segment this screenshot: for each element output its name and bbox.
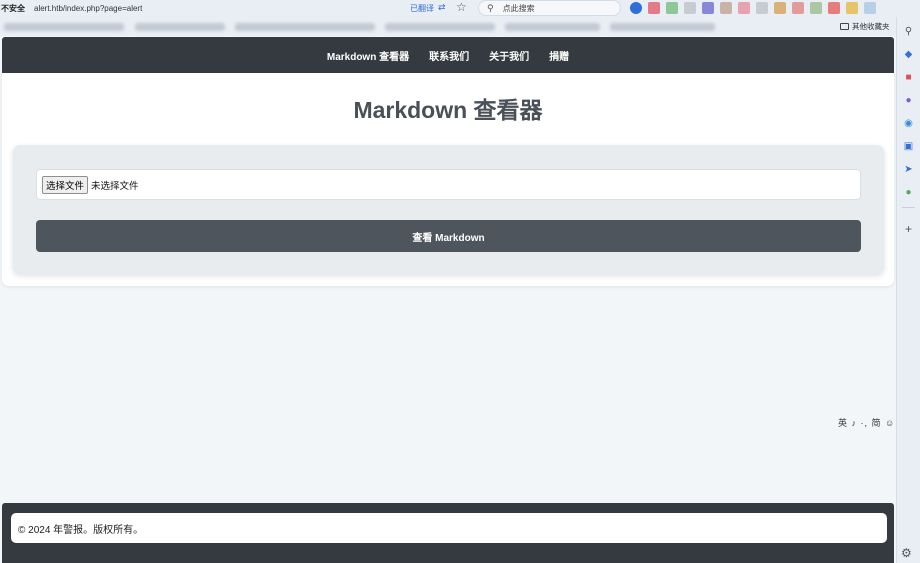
security-label[interactable]: 不安全	[1, 3, 25, 14]
extension-icon[interactable]	[738, 2, 750, 14]
nav-about-us[interactable]: 关于我们	[489, 48, 529, 63]
browser-sidebar: ⚲ ◆ ■ ● ◉ ▣ ➤ ● +	[896, 17, 920, 563]
tag-icon[interactable]: ◆	[903, 49, 914, 60]
page-title: Markdown 查看器	[353, 97, 543, 123]
extension-icon[interactable]	[864, 2, 876, 14]
extension-icon[interactable]	[630, 2, 642, 14]
game-icon[interactable]: ●	[903, 187, 914, 198]
other-bookmarks[interactable]: 其他收藏夹	[840, 21, 890, 32]
extension-icon[interactable]	[756, 2, 768, 14]
main-container: Markdown 查看器 选择文件 未选择文件 查看 Markdown	[2, 73, 894, 286]
extension-icon[interactable]	[720, 2, 732, 14]
folder-icon	[840, 23, 849, 30]
extension-icon[interactable]	[684, 2, 696, 14]
copilot-icon[interactable]: ◉	[903, 118, 914, 129]
extension-icon[interactable]	[810, 2, 822, 14]
extension-icon[interactable]	[774, 2, 786, 14]
outlook-icon[interactable]: ▣	[903, 141, 914, 152]
footer-copyright: © 2024 年警报。版权所有。	[11, 513, 887, 543]
search-icon: ⚲	[487, 2, 494, 13]
blurred-bookmark[interactable]	[135, 23, 225, 31]
nav-donate[interactable]: 捐赠	[549, 48, 569, 63]
page-viewport: Markdown 查看器 联系我们 关于我们 捐赠 Markdown 查看器 选…	[0, 36, 896, 563]
people-icon[interactable]: ●	[903, 95, 914, 106]
search-icon[interactable]: ⚲	[903, 26, 914, 37]
choose-file-button[interactable]: 选择文件	[42, 175, 89, 194]
settings-gear-icon[interactable]: ⚙	[901, 546, 912, 560]
nav-markdown-viewer[interactable]: Markdown 查看器	[327, 48, 409, 63]
view-markdown-button[interactable]: 查看 Markdown	[36, 220, 861, 252]
bookmarks-bar	[0, 17, 920, 36]
nav-contact-us[interactable]: 联系我们	[429, 48, 469, 63]
blurred-bookmark[interactable]	[235, 23, 375, 31]
extension-icon[interactable]	[666, 2, 678, 14]
blurred-bookmark[interactable]	[610, 23, 715, 31]
extension-icon[interactable]	[792, 2, 804, 14]
favorite-star-icon[interactable]: ☆	[456, 0, 467, 14]
rail-divider	[902, 207, 915, 208]
ime-toolbar[interactable]: 英 ♪ ·, 简 ☺	[838, 416, 896, 428]
file-status-text: 未选择文件	[91, 180, 139, 192]
blurred-bookmark[interactable]	[385, 23, 495, 31]
search-placeholder: 点此搜索	[502, 3, 535, 13]
extension-icon[interactable]	[828, 2, 840, 14]
browser-search-box[interactable]: ⚲ 点此搜索	[478, 0, 621, 16]
blurred-bookmark[interactable]	[505, 23, 600, 31]
top-navbar: Markdown 查看器 联系我们 关于我们 捐赠	[2, 37, 894, 73]
page-footer: © 2024 年警报。版权所有。	[2, 503, 894, 563]
upload-form: 选择文件 未选择文件 查看 Markdown	[13, 145, 884, 274]
extension-strip	[630, 2, 876, 14]
translated-label[interactable]: 已翻译	[410, 3, 434, 14]
extension-icon[interactable]	[702, 2, 714, 14]
add-icon[interactable]: +	[903, 223, 914, 235]
extension-icon[interactable]	[846, 2, 858, 14]
blurred-bookmark[interactable]	[4, 23, 124, 31]
translate-icon[interactable]: ⇄	[438, 2, 446, 13]
url-field[interactable]: alert.htb/index.php?page=alert	[34, 4, 142, 13]
extension-icon[interactable]	[648, 2, 660, 14]
send-icon[interactable]: ➤	[903, 164, 914, 175]
file-input[interactable]: 选择文件 未选择文件	[36, 169, 861, 200]
toolbox-icon[interactable]: ■	[903, 72, 914, 83]
other-bookmarks-label: 其他收藏夹	[852, 22, 890, 31]
